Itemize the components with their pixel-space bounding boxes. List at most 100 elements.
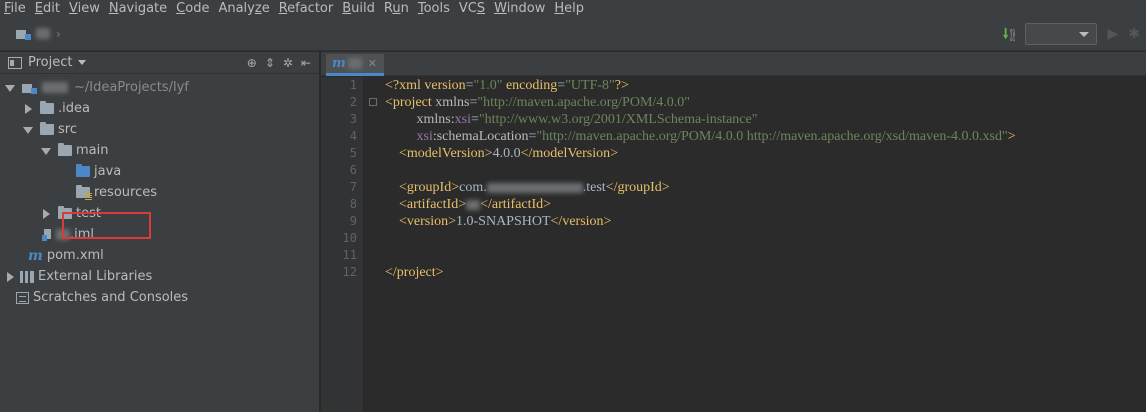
scroll-from-source-icon[interactable]: ⊕ — [247, 56, 257, 70]
line-number: 10 — [342, 231, 357, 245]
menu-item-build[interactable]: Build — [342, 0, 375, 17]
collapse-arrow-icon[interactable] — [22, 103, 34, 115]
project-view-icon — [8, 56, 22, 69]
scratches-icon — [16, 291, 29, 304]
redacted-artifact-id — [466, 199, 481, 210]
menu-item-analyze[interactable]: Analyze — [218, 0, 269, 17]
tree-item-label: resources — [94, 185, 158, 200]
run-icon[interactable]: ▶ — [1107, 26, 1118, 42]
tree-item-main[interactable]: main — [0, 140, 320, 161]
close-icon[interactable]: ✕ — [368, 57, 377, 70]
tree-item-idea[interactable]: .idea — [0, 98, 320, 119]
hide-panel-icon[interactable]: ⇤ — [301, 56, 311, 70]
maven-icon: m — [28, 247, 43, 264]
tree-item-label: src — [58, 122, 77, 137]
tree-item-label: pom.xml — [46, 248, 104, 263]
code-line-2: <project xmlns="http://maven.apache.org/… — [385, 95, 690, 110]
tree-item-label: main — [76, 143, 109, 158]
project-name — [42, 82, 68, 93]
menu-bar: File Edit View Navigate Code Analyze Refactor B… — [0, 0, 1146, 17]
chevron-down-icon — [1079, 32, 1090, 37]
code-line-1: <?xml version="1.0" encoding="UTF-8"?> — [385, 78, 629, 93]
tree-item-label: .idea — [58, 101, 90, 116]
folder-icon — [58, 143, 72, 156]
editor-tab-bar: m ✕ — [321, 52, 1146, 76]
collapse-arrow-icon[interactable] — [40, 208, 52, 220]
tree-item-project-root[interactable]: ~/IdeaProjects/lyf — [0, 77, 320, 98]
collapse-arrow-icon[interactable] — [4, 271, 16, 283]
expand-arrow-icon[interactable] — [40, 145, 52, 157]
menu-item-code[interactable]: Code — [176, 0, 209, 17]
line-number: 4 — [349, 129, 357, 143]
module-file-icon — [42, 228, 54, 241]
project-tool-window: Project ⊕ ⇕ ✲ ⇤ ~/IdeaProjects/lyf .idea… — [0, 52, 320, 412]
project-panel-header: Project ⊕ ⇕ ✲ ⇤ — [0, 52, 319, 74]
line-number: 11 — [342, 248, 357, 262]
fold-marker-icon[interactable] — [369, 98, 377, 106]
project-tree: ~/IdeaProjects/lyf .idea src main java r… — [0, 77, 320, 308]
vcs-update-icon[interactable]: 01 10 01 — [1003, 26, 1017, 42]
project-icon — [16, 28, 32, 40]
line-number: 7 — [349, 180, 357, 194]
editor: m ✕ 1 2 3 4 5 6 7 8 9 10 11 12 <?xml version="1.0" … — [321, 52, 1146, 412]
resources-folder-icon — [76, 185, 92, 200]
menu-item-vcs[interactable]: VCS — [459, 0, 485, 17]
breadcrumb-project-name — [36, 28, 50, 39]
chevron-right-icon: › — [56, 26, 61, 41]
redacted-group-id — [486, 182, 583, 193]
line-number-gutter: 1 2 3 4 5 6 7 8 9 10 11 12 — [321, 77, 363, 412]
gear-icon[interactable]: ✲ — [283, 56, 293, 70]
tree-item-pom[interactable]: m pom.xml — [0, 245, 320, 266]
folder-icon — [40, 101, 54, 114]
menu-item-file[interactable]: File — [4, 0, 26, 17]
tree-item-label: Scratches and Consoles — [33, 290, 189, 305]
collapse-all-icon[interactable]: ⇕ — [265, 56, 275, 70]
menu-item-help[interactable]: Help — [554, 0, 584, 17]
code-line-3: xmlns:xsi="http://www.w3.org/2001/XMLSch… — [385, 112, 758, 127]
menu-item-run[interactable]: Run — [384, 0, 409, 17]
menu-item-edit[interactable]: Edit — [35, 0, 60, 17]
menu-item-window[interactable]: Window — [494, 0, 545, 17]
line-number: 8 — [349, 197, 357, 211]
source-folder-icon — [76, 164, 90, 177]
run-configuration-dropdown[interactable] — [1025, 23, 1098, 45]
tree-item-label: External Libraries — [38, 269, 153, 284]
chevron-down-icon[interactable] — [78, 60, 87, 65]
line-number: 9 — [349, 214, 357, 228]
library-icon — [20, 270, 34, 283]
code-line-5: <modelVersion>4.0.0</modelVersion> — [385, 146, 619, 161]
code-line-4: xsi:schemaLocation="http://maven.apache.… — [385, 129, 1016, 144]
tab-pom-xml[interactable]: m ✕ — [326, 54, 384, 76]
tree-item-test[interactable]: test — [0, 203, 320, 224]
tree-item-java[interactable]: java — [0, 161, 320, 182]
menu-item-view[interactable]: View — [69, 0, 100, 17]
navigation-bar: › 01 10 01 ▶ ✱ — [0, 17, 1146, 51]
tree-item-scratches[interactable]: Scratches and Consoles — [0, 287, 320, 308]
tree-item-src[interactable]: src — [0, 119, 320, 140]
folder-icon — [40, 122, 54, 135]
code-area[interactable]: <?xml version="1.0" encoding="UTF-8"?> <… — [385, 77, 1145, 281]
breadcrumb[interactable]: › — [10, 27, 61, 41]
menu-item-tools[interactable]: Tools — [418, 0, 450, 17]
project-path: ~/IdeaProjects/lyf — [74, 80, 189, 95]
line-number: 2 — [349, 95, 357, 109]
debug-icon[interactable]: ✱ — [1128, 26, 1140, 42]
expand-arrow-icon[interactable] — [22, 124, 34, 136]
expand-arrow-icon[interactable] — [4, 82, 16, 94]
project-view-selector[interactable]: Project — [28, 55, 72, 70]
line-number: 6 — [349, 163, 357, 177]
tab-label — [347, 58, 362, 69]
line-number: 12 — [342, 265, 357, 279]
line-number: 5 — [349, 146, 357, 160]
tree-item-external-libraries[interactable]: External Libraries — [0, 266, 320, 287]
code-line-12: </project> — [385, 265, 444, 280]
svg-text:01: 01 — [1010, 37, 1016, 42]
menu-item-refactor[interactable]: Refactor — [279, 0, 334, 17]
tree-item-resources[interactable]: resources — [0, 182, 320, 203]
tree-item-iml[interactable]: .iml — [0, 224, 320, 245]
menu-item-navigate[interactable]: Navigate — [109, 0, 167, 17]
module-icon — [22, 82, 38, 94]
